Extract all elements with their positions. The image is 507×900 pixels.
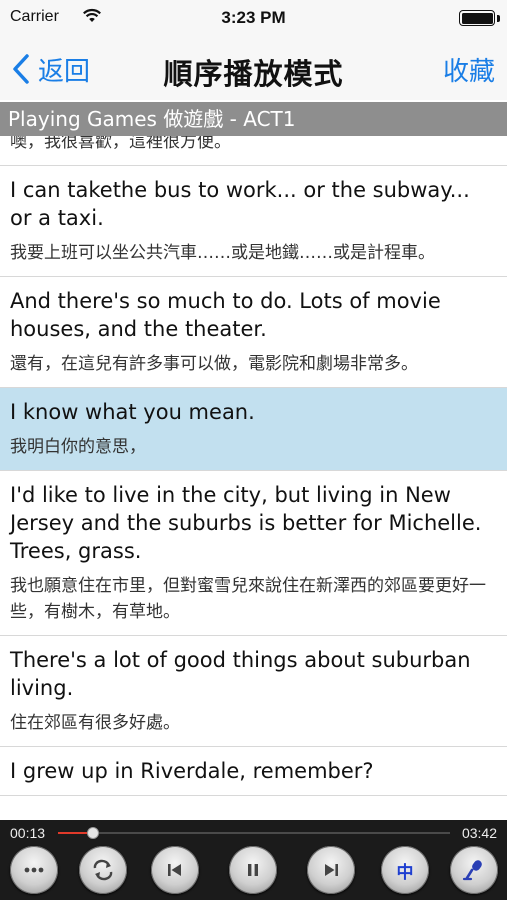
transcript-row[interactable]: There's a lot of good things about subur…	[0, 636, 507, 747]
transcript-row[interactable]: 噢，我很喜歡，這裡很方便。	[0, 136, 507, 166]
chinese-translation: 住在郊區有很多好處。	[10, 713, 180, 733]
repeat-button[interactable]	[79, 846, 127, 894]
progress-thumb[interactable]	[87, 827, 100, 839]
more-icon	[24, 867, 44, 873]
english-line: I'd like to live in the city, but living…	[10, 483, 482, 563]
audio-player: 00:13 03:42 中	[0, 820, 507, 900]
chinese-translation: 我明白你的意思，	[10, 437, 146, 457]
battery-tip	[497, 15, 500, 22]
transcript-row[interactable]: I'd like to live in the city, but living…	[0, 471, 507, 636]
previous-button[interactable]	[151, 846, 199, 894]
record-button[interactable]	[450, 846, 498, 894]
progress-slider[interactable]	[58, 827, 450, 839]
chinese-translation: 我要上班可以坐公共汽車……或是地鐵……或是計程車。	[10, 243, 435, 263]
pause-button[interactable]	[229, 846, 277, 894]
section-header: Playing Games 做遊戲 - ACT1	[0, 102, 507, 136]
english-line: And there's so much to do. Lots of movie…	[10, 289, 441, 341]
status-time: 3:23 PM	[221, 8, 286, 27]
total-time: 03:42	[461, 825, 497, 841]
transcript-row[interactable]: And there's so much to do. Lots of movie…	[0, 277, 507, 388]
transcript-row[interactable]: I grew up in Riverdale, remember?	[0, 747, 507, 796]
next-button[interactable]	[307, 846, 355, 894]
microphone-icon	[462, 860, 482, 881]
chinese-toggle-label: 中	[396, 862, 414, 883]
english-line: I can takethe bus to work... or the subw…	[10, 178, 470, 230]
chinese-toggle-button[interactable]: 中	[381, 846, 429, 894]
chinese-translation: 噢，我很喜歡，這裡很方便。	[10, 136, 231, 152]
chinese-translation: 還有，在這兒有許多事可以做，電影院和劇場非常多。	[10, 354, 418, 374]
status-bar: Carrier 3:23 PM	[0, 0, 507, 38]
transcript-list[interactable]: 噢，我很喜歡，這裡很方便。 I can takethe bus to work..…	[0, 136, 507, 820]
page-title: 順序播放模式	[163, 57, 344, 91]
player-controls: 中	[0, 846, 507, 896]
favorite-button[interactable]: 收藏	[443, 51, 495, 88]
next-icon	[325, 864, 338, 876]
english-line: I grew up in Riverdale, remember?	[10, 759, 374, 783]
elapsed-time: 00:13	[10, 825, 46, 841]
english-line: There's a lot of good things about subur…	[10, 648, 471, 700]
transcript-row[interactable]: I can takethe bus to work... or the subw…	[0, 166, 507, 277]
transcript-list-content: 噢，我很喜歡，這裡很方便。 I can takethe bus to work..…	[0, 136, 507, 796]
english-line: I know what you mean.	[10, 400, 255, 424]
chinese-translation: 我也願意住在市里，但對蜜雪兒來說住在新澤西的郊區要更好一些，有樹木，有草地。	[10, 576, 486, 622]
transcript-row[interactable]: I know what you mean. 我明白你的意思，	[0, 388, 507, 471]
more-button[interactable]	[10, 846, 58, 894]
previous-icon	[168, 864, 181, 876]
navigation-bar: 返回 順序播放模式 收藏	[0, 38, 507, 100]
pause-icon	[248, 864, 258, 876]
battery-icon	[459, 10, 495, 26]
repeat-icon	[93, 859, 113, 881]
